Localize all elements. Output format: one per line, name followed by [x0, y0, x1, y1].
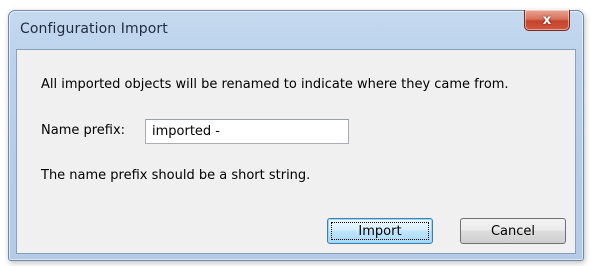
- close-button[interactable]: x: [524, 10, 570, 31]
- import-button[interactable]: Import: [327, 218, 433, 244]
- name-prefix-input[interactable]: [145, 119, 349, 144]
- window-title: Configuration Import: [20, 21, 168, 37]
- info-message: All imported objects will be renamed to …: [41, 77, 509, 92]
- cancel-button[interactable]: Cancel: [460, 218, 566, 244]
- import-button-label: Import: [358, 223, 402, 239]
- dialog-body: All imported objects will be renamed to …: [16, 49, 576, 254]
- title-bar[interactable]: Configuration Import x: [9, 10, 583, 49]
- name-prefix-label: Name prefix:: [41, 123, 126, 138]
- close-icon: x: [542, 12, 552, 28]
- hint-message: The name prefix should be a short string…: [41, 168, 311, 183]
- cancel-button-label: Cancel: [490, 223, 536, 239]
- dialog-window: Configuration Import x All imported obje…: [8, 10, 584, 261]
